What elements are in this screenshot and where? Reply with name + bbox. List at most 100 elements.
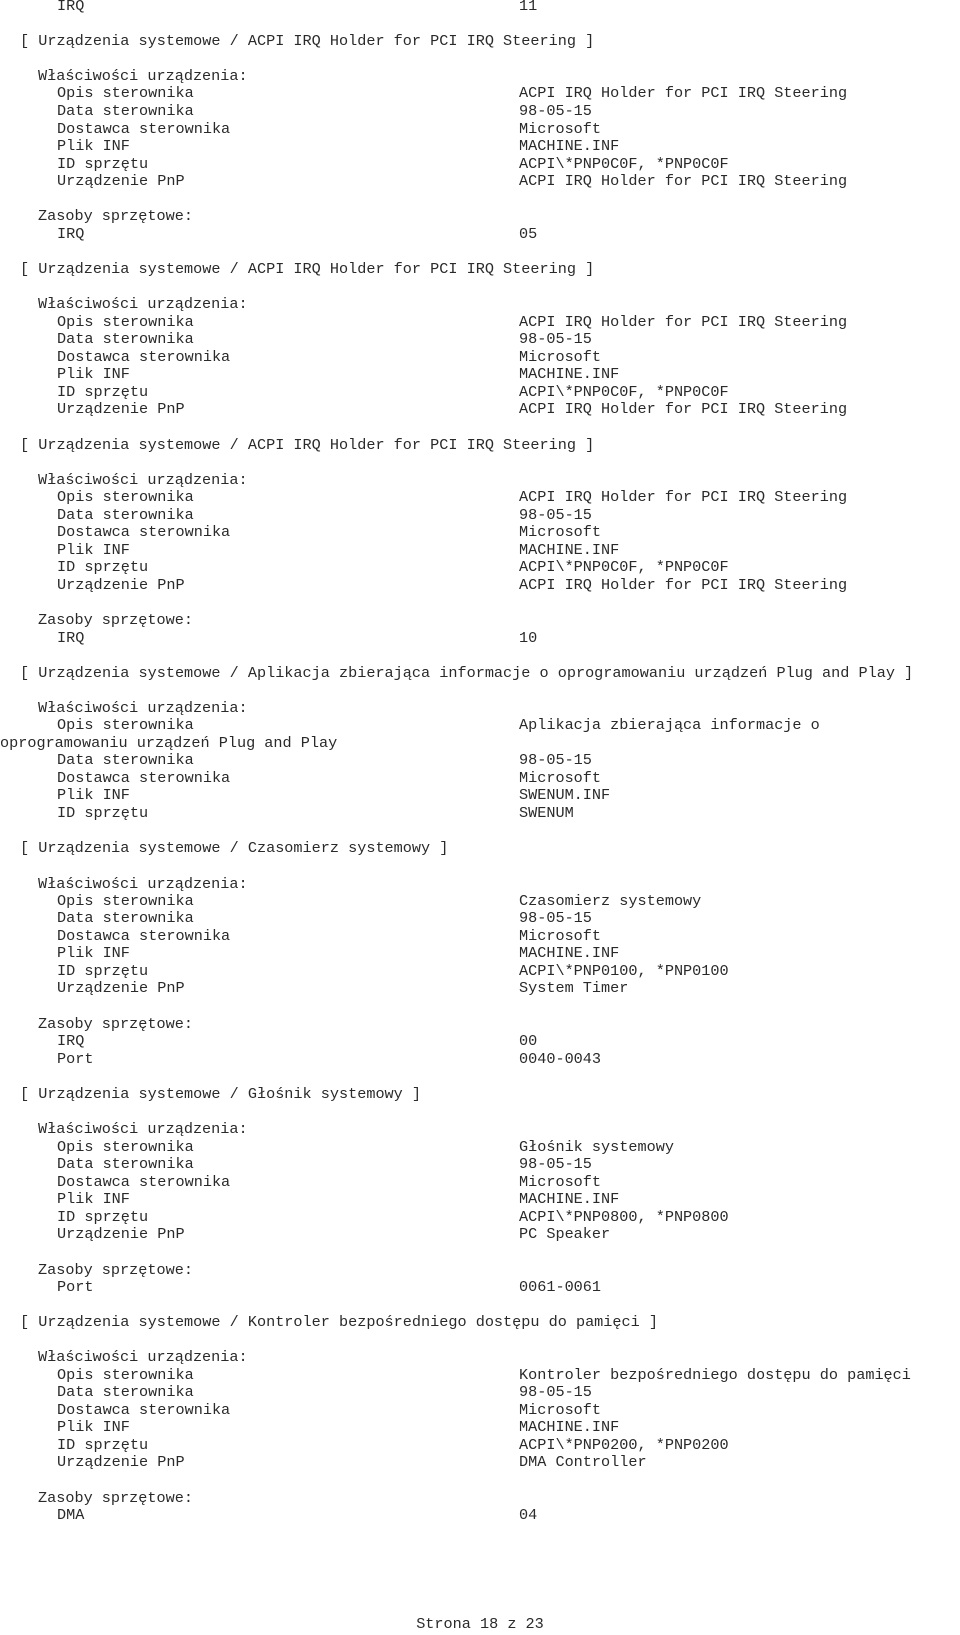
- field-value: 98-05-15: [519, 330, 592, 348]
- field-value: Microsoft: [519, 348, 602, 366]
- resource-value: 11: [519, 0, 538, 15]
- resource-label: Port: [57, 1278, 94, 1296]
- field-value: PC Speaker: [519, 1225, 611, 1243]
- field-label: Opis sterownika: [57, 892, 194, 910]
- field-label: Plik INF: [57, 541, 130, 559]
- field-label: Urządzenie PnP: [57, 979, 185, 997]
- field-value-wrap: oprogramowaniu urządzeń Plug and Play: [0, 734, 338, 752]
- resource-value: 0061-0061: [519, 1278, 602, 1296]
- device-header: [ Urządzenia systemowe / Czasomierz syst…: [20, 839, 449, 857]
- field-value: SWENUM.INF: [519, 786, 611, 804]
- field-value: MACHINE.INF: [519, 1418, 620, 1436]
- field-label: Plik INF: [57, 137, 130, 155]
- resources-heading: Zasoby sprzętowe:: [38, 1015, 193, 1033]
- device-header: [ Urządzenia systemowe / ACPI IRQ Holder…: [20, 32, 595, 50]
- properties-heading: Właściwości urządzenia:: [38, 471, 248, 489]
- field-label: Opis sterownika: [57, 313, 194, 331]
- field-value: ACPI\*PNP0C0F, *PNP0C0F: [519, 155, 729, 173]
- field-label: Plik INF: [57, 365, 130, 383]
- resource-value: 00: [519, 1032, 538, 1050]
- resource-value: 10: [519, 629, 538, 647]
- field-value: ACPI IRQ Holder for PCI IRQ Steering: [519, 172, 848, 190]
- field-label: Plik INF: [57, 786, 130, 804]
- field-value: ACPI\*PNP0C0F, *PNP0C0F: [519, 558, 729, 576]
- device-header: [ Urządzenia systemowe / Głośnik systemo…: [20, 1085, 422, 1103]
- field-value: Microsoft: [519, 769, 602, 787]
- properties-heading: Właściwości urządzenia:: [38, 67, 248, 85]
- field-label: Plik INF: [57, 944, 130, 962]
- field-value: Microsoft: [519, 927, 602, 945]
- field-label: Opis sterownika: [57, 1366, 194, 1384]
- device-header: [ Urządzenia systemowe / ACPI IRQ Holder…: [20, 436, 595, 454]
- field-label: Dostawca sterownika: [57, 769, 231, 787]
- properties-heading: Właściwości urządzenia:: [38, 875, 248, 893]
- field-value: MACHINE.INF: [519, 1190, 620, 1208]
- field-label: Data sterownika: [57, 506, 194, 524]
- field-label: Opis sterownika: [57, 1138, 194, 1156]
- resource-value: 0040-0043: [519, 1050, 602, 1068]
- field-value: 98-05-15: [519, 1383, 592, 1401]
- field-value: 98-05-15: [519, 909, 592, 927]
- field-value: ACPI IRQ Holder for PCI IRQ Steering: [519, 84, 848, 102]
- resources-heading: Zasoby sprzętowe:: [38, 207, 193, 225]
- field-value: ACPI IRQ Holder for PCI IRQ Steering: [519, 576, 848, 594]
- field-label: Data sterownika: [57, 1383, 194, 1401]
- resource-label: DMA: [57, 1506, 85, 1524]
- field-label: Data sterownika: [57, 330, 194, 348]
- field-label: Urządzenie PnP: [57, 1225, 185, 1243]
- properties-heading: Właściwości urządzenia:: [38, 699, 248, 717]
- resource-label: IRQ: [57, 225, 85, 243]
- resource-label: IRQ: [57, 0, 85, 15]
- resource-value: 04: [519, 1506, 538, 1524]
- field-label: Urządzenie PnP: [57, 400, 185, 418]
- field-value: Czasomierz systemowy: [519, 892, 702, 910]
- field-label: Dostawca sterownika: [57, 523, 231, 541]
- field-value: Microsoft: [519, 120, 602, 138]
- field-value: Microsoft: [519, 523, 602, 541]
- resource-value: 05: [519, 225, 538, 243]
- field-label: Data sterownika: [57, 751, 194, 769]
- field-value: ACPI IRQ Holder for PCI IRQ Steering: [519, 400, 848, 418]
- field-label: Urządzenie PnP: [57, 172, 185, 190]
- properties-heading: Właściwości urządzenia:: [38, 1348, 248, 1366]
- field-label: ID sprzętu: [57, 1208, 149, 1226]
- device-header: [ Urządzenia systemowe / Aplikacja zbier…: [20, 664, 914, 682]
- field-label: Plik INF: [57, 1190, 130, 1208]
- field-label: Dostawca sterownika: [57, 927, 231, 945]
- resource-label: IRQ: [57, 629, 85, 647]
- resources-heading: Zasoby sprzętowe:: [38, 611, 193, 629]
- field-value: Aplikacja zbierająca informacje o: [519, 716, 820, 734]
- field-value: ACPI IRQ Holder for PCI IRQ Steering: [519, 313, 848, 331]
- field-value: Microsoft: [519, 1401, 602, 1419]
- field-value: 98-05-15: [519, 102, 592, 120]
- resources-heading: Zasoby sprzętowe:: [38, 1261, 193, 1279]
- field-label: Opis sterownika: [57, 84, 194, 102]
- field-value: System Timer: [519, 979, 629, 997]
- page-number: Strona 18 z 23: [416, 1615, 544, 1633]
- field-value: ACPI IRQ Holder for PCI IRQ Steering: [519, 488, 848, 506]
- field-value: ACPI\*PNP0800, *PNP0800: [519, 1208, 729, 1226]
- field-label: Dostawca sterownika: [57, 348, 231, 366]
- field-value: MACHINE.INF: [519, 944, 620, 962]
- field-value: ACPI\*PNP0100, *PNP0100: [519, 962, 729, 980]
- resources-heading: Zasoby sprzętowe:: [38, 1489, 193, 1507]
- field-label: Opis sterownika: [57, 716, 194, 734]
- field-value: 98-05-15: [519, 506, 592, 524]
- field-label: ID sprzętu: [57, 383, 149, 401]
- field-value: MACHINE.INF: [519, 541, 620, 559]
- field-value: 98-05-15: [519, 1155, 592, 1173]
- field-label: ID sprzętu: [57, 804, 149, 822]
- resource-label: IRQ: [57, 1032, 85, 1050]
- field-value: SWENUM: [519, 804, 574, 822]
- field-label: Plik INF: [57, 1418, 130, 1436]
- resource-label: Port: [57, 1050, 94, 1068]
- field-label: Dostawca sterownika: [57, 120, 231, 138]
- field-value: DMA Controller: [519, 1453, 647, 1471]
- field-label: Dostawca sterownika: [57, 1401, 231, 1419]
- device-header: [ Urządzenia systemowe / Kontroler bezpo…: [20, 1313, 658, 1331]
- field-value: ACPI\*PNP0200, *PNP0200: [519, 1436, 729, 1454]
- field-value: MACHINE.INF: [519, 365, 620, 383]
- field-label: Data sterownika: [57, 1155, 194, 1173]
- field-label: Data sterownika: [57, 909, 194, 927]
- field-value: Kontroler bezpośredniego dostępu do pami…: [519, 1366, 911, 1384]
